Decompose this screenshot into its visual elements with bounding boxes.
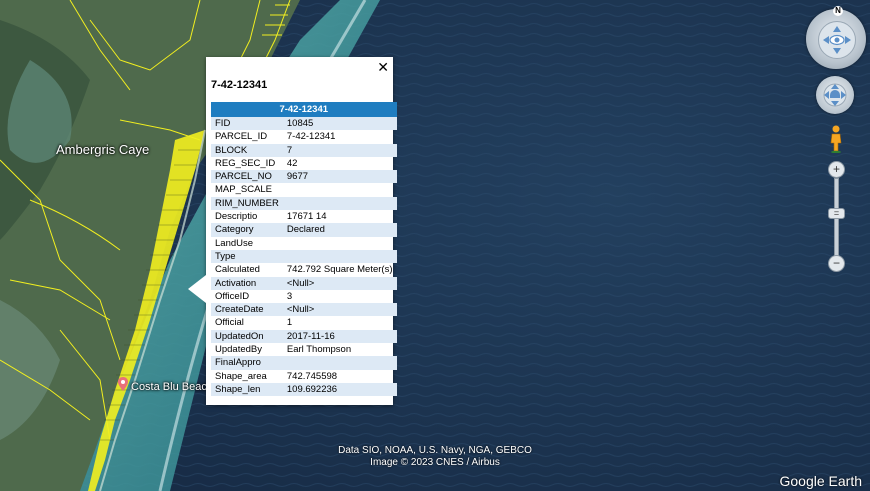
parcel-info-popup: ✕ 7-42-12341 7-42-12341 FID 10845 PARCEL_I… [188, 57, 397, 405]
attribute-row: Official 1 [211, 316, 397, 329]
attribute-value: 7-42-12341 [286, 131, 336, 143]
attribute-row: MAP_SCALE [211, 183, 397, 196]
zoom-out-button[interactable]: − [828, 255, 845, 272]
navigation-compass[interactable]: N [806, 6, 866, 69]
street-view-pegman-icon[interactable] [829, 125, 843, 154]
attribute-value: Declared [282, 223, 397, 237]
attribute-key: Descriptio [215, 211, 258, 223]
attribute-row: Descriptio 17671 14 [211, 210, 397, 223]
attribute-row: Activation <Null> [211, 276, 397, 290]
attribute-value: 17671 14 [286, 211, 327, 223]
attribute-key: Shape_area [215, 370, 267, 382]
attribute-key: BLOCK [211, 143, 283, 157]
zoom-slider[interactable] [834, 178, 839, 260]
attribute-row: Shape_len 109.692236 [211, 382, 397, 397]
attribute-row: BLOCK 7 [211, 143, 397, 157]
attribute-value: 3 [286, 290, 293, 302]
attribute-value [282, 249, 397, 264]
attribute-key: Calculated [215, 264, 260, 276]
satellite-map[interactable] [0, 0, 870, 491]
attribute-value: 10845 [282, 117, 397, 131]
attribute-key: OfficeID [215, 290, 250, 302]
attribute-key: Shape_len [211, 382, 283, 397]
attribute-value: Earl Thompson [286, 344, 352, 356]
attribute-value: 9677 [282, 170, 397, 184]
attribute-value: <Null> [282, 276, 397, 290]
island-label: Ambergris Caye [56, 142, 150, 157]
attribute-key: CreateDate [211, 303, 283, 317]
attribute-value: 742.792 Square Meter(s) [286, 264, 393, 276]
attribute-row: OfficeID 3 [211, 290, 397, 303]
attribute-key: Official [215, 317, 244, 329]
attribute-row: RIM_NUMBER [211, 196, 397, 211]
attribute-row: Shape_area 742.745598 [211, 370, 397, 383]
attribute-row: UpdatedOn 2017-11-16 [211, 329, 397, 344]
attribute-value [282, 356, 397, 370]
attribute-key: MAP_SCALE [215, 184, 273, 196]
north-indicator[interactable]: N [833, 6, 843, 16]
attribute-value: 2017-11-16 [282, 329, 397, 344]
attribution-line-2: Image © 2023 CNES / Airbus [370, 457, 500, 468]
attribute-key: UpdatedOn [211, 329, 283, 344]
attribute-value: 109.692236 [282, 382, 397, 397]
attribute-value: <Null> [282, 303, 397, 317]
attribute-row: REG_SEC_ID 42 [211, 157, 397, 170]
place-label: Costa Blu Beac [131, 381, 207, 393]
popup-title: 7-42-12341 [211, 79, 268, 91]
attribute-row: LandUse [211, 237, 397, 250]
attribute-value: 7 [282, 143, 397, 157]
attribute-key: REG_SEC_ID [215, 157, 276, 169]
attribute-row: FinalAppro [211, 356, 397, 370]
attribute-key: FinalAppro [211, 356, 283, 370]
attribute-value: 1 [286, 317, 293, 329]
attribute-key: FID [211, 117, 283, 131]
attribute-row: Type [211, 249, 397, 264]
attribute-key: Type [211, 249, 283, 264]
attribute-row: Calculated 742.792 Square Meter(s) [211, 263, 397, 276]
attribute-key: PARCEL_ID [215, 131, 268, 143]
attribute-row: Category Declared [211, 223, 397, 237]
move-joystick-icon[interactable] [816, 76, 854, 114]
attribute-key: Category [211, 223, 283, 237]
attribute-row: PARCEL_NO 9677 [211, 170, 397, 184]
attribute-key: RIM_NUMBER [211, 196, 283, 211]
attribute-row: CreateDate <Null> [211, 303, 397, 317]
attribute-key: LandUse [215, 237, 254, 249]
attribute-value [282, 196, 397, 211]
attribute-value [283, 237, 397, 250]
attribute-row: FID 10845 [211, 117, 397, 131]
eye-look-icon[interactable] [818, 21, 856, 59]
attribute-key: Activation [211, 276, 283, 290]
zoom-slider-handle[interactable]: = [828, 207, 845, 219]
attribute-row: PARCEL_ID 7-42-12341 [211, 130, 397, 143]
location-pin-icon[interactable] [118, 377, 128, 391]
table-header: 7-42-12341 [211, 102, 397, 117]
attribute-key: PARCEL_NO [211, 170, 283, 184]
attribution-line-1: Data SIO, NOAA, U.S. Navy, NGA, GEBCO [338, 445, 532, 456]
close-icon[interactable]: ✕ [377, 59, 389, 75]
attribute-table: 7-42-12341 FID 10845 PARCEL_ID 7-42-12341 BL… [211, 102, 397, 397]
popup-pointer [188, 275, 206, 303]
attribution: Data SIO, NOAA, U.S. Navy, NGA, GEBCO Im… [0, 445, 870, 469]
attribute-value: 742.745598 [286, 370, 338, 382]
google-earth-logo: Google Earth [779, 473, 863, 489]
attribute-value [283, 183, 397, 196]
attribute-value: 42 [286, 157, 298, 169]
attribute-key: UpdatedBy [215, 344, 263, 356]
attribute-row: UpdatedBy Earl Thompson [211, 343, 397, 356]
zoom-in-button[interactable]: + [828, 161, 845, 178]
